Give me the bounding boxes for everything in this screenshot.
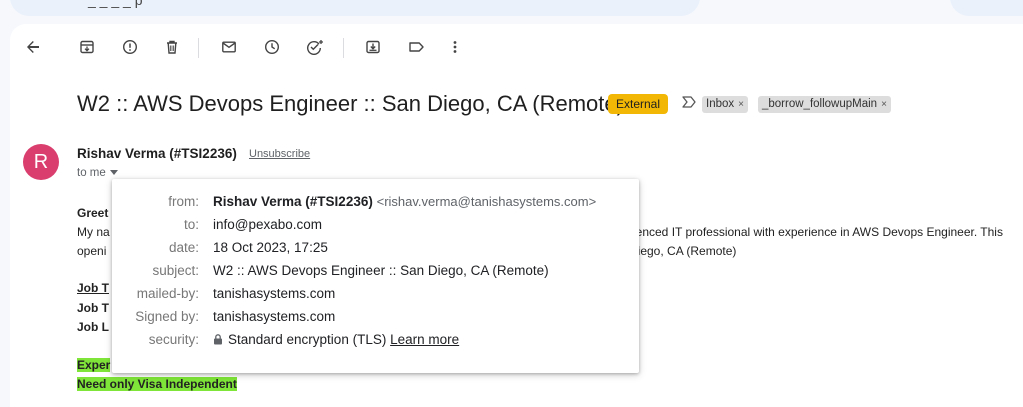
label-icon[interactable]: [405, 36, 427, 58]
label-chip-inbox[interactable]: Inbox ×: [702, 96, 748, 113]
details-signedby-label: Signed by:: [135, 309, 199, 324]
toolbar-divider: [198, 38, 199, 58]
details-to-label: to:: [183, 217, 199, 232]
body-line1-end: rienced IT professional with experience …: [629, 225, 1003, 239]
remove-label-icon[interactable]: ×: [881, 99, 887, 110]
toolbar-divider: [343, 38, 344, 58]
body-job-location: Job L: [77, 320, 109, 334]
body-job-title: Job T: [77, 281, 109, 295]
mark-unread-icon[interactable]: [218, 36, 240, 58]
archive-icon[interactable]: [76, 36, 98, 58]
details-from-row: from: Rishav Verma (#TSI2236) <rishav.ve…: [112, 194, 639, 214]
avatar[interactable]: R: [23, 144, 59, 180]
body-job-type: Job T: [77, 301, 109, 315]
body-visa: Need only Visa Independent: [77, 377, 237, 391]
details-subject-row: subject: W2 :: AWS Devops Engineer :: Sa…: [112, 263, 639, 283]
email-toolbar: [10, 24, 1023, 72]
recipient-toggle[interactable]: to me: [77, 167, 118, 179]
details-from-value: Rishav Verma (#TSI2236) <rishav.verma@ta…: [213, 194, 596, 209]
details-security-row: security: Standard encryption (TLS) Lear…: [112, 332, 639, 352]
details-signedby-row: Signed by: tanishasystems.com: [112, 309, 639, 329]
details-from-email: <rishav.verma@tanishasystems.com>: [376, 194, 597, 209]
lock-icon: [213, 333, 223, 348]
remove-label-icon[interactable]: ×: [738, 99, 744, 110]
sender-details-popup: from: Rishav Verma (#TSI2236) <rishav.ve…: [112, 179, 639, 373]
chevron-down-icon[interactable]: [109, 170, 118, 176]
label-chip-text: Inbox: [706, 98, 735, 110]
report-spam-icon[interactable]: [119, 36, 141, 58]
snooze-icon[interactable]: [261, 36, 283, 58]
learn-more-link[interactable]: Learn more: [390, 332, 459, 347]
label-chip-borrow-followup[interactable]: _borrow_followupMain ×: [758, 96, 891, 113]
details-subject-label: subject:: [152, 263, 199, 278]
details-mailedby-label: mailed-by:: [136, 286, 199, 301]
more-icon[interactable]: [444, 36, 466, 58]
body-line2-start: openi: [77, 244, 107, 258]
details-security-text: Standard encryption (TLS): [228, 332, 387, 347]
back-icon[interactable]: [22, 36, 44, 58]
details-date-label: date:: [168, 240, 199, 255]
top-bar: _ _ _ _ p: [0, 0, 1023, 22]
details-mailedby-value: tanishasystems.com: [213, 286, 336, 301]
body-experience: Exper: [77, 358, 111, 372]
to-me-text: to me: [77, 167, 106, 179]
body-greeting: Greet: [77, 206, 109, 220]
details-signedby-value: tanishasystems.com: [213, 309, 336, 324]
details-security-label: security:: [148, 332, 199, 347]
details-security-value: Standard encryption (TLS) Learn more: [213, 332, 459, 348]
body-line2-end: Diego, CA (Remote): [629, 244, 737, 258]
unsubscribe-link[interactable]: Unsubscribe: [249, 148, 310, 160]
body-line1-start: My na: [77, 225, 110, 239]
search-bar[interactable]: _ _ _ _ p: [10, 0, 700, 16]
details-from-name: Rishav Verma (#TSI2236): [213, 194, 373, 209]
search-text[interactable]: _ _ _ _ p: [88, 0, 143, 8]
label-arrow-icon[interactable]: [681, 95, 697, 114]
details-from-label: from:: [168, 194, 199, 209]
details-date-value: 18 Oct 2023, 17:25: [213, 240, 328, 255]
label-chip-text: _borrow_followupMain: [762, 98, 878, 110]
email-subject: W2 :: AWS Devops Engineer :: San Diego, …: [77, 91, 624, 116]
account-pill[interactable]: [950, 0, 1023, 16]
add-task-icon[interactable]: [304, 36, 326, 58]
details-to-row: to: info@pexabo.com: [112, 217, 639, 237]
external-badge: External: [608, 94, 669, 114]
details-mailedby-row: mailed-by: tanishasystems.com: [112, 286, 639, 306]
details-subject-value: W2 :: AWS Devops Engineer :: San Diego, …: [213, 263, 549, 278]
move-to-icon[interactable]: [362, 36, 384, 58]
details-date-row: date: 18 Oct 2023, 17:25: [112, 240, 639, 260]
email-view: W2 :: AWS Devops Engineer :: San Diego, …: [10, 24, 1023, 407]
sender-name[interactable]: Rishav Verma (#TSI2236): [77, 146, 237, 161]
delete-icon[interactable]: [161, 36, 183, 58]
details-to-value: info@pexabo.com: [213, 217, 323, 232]
